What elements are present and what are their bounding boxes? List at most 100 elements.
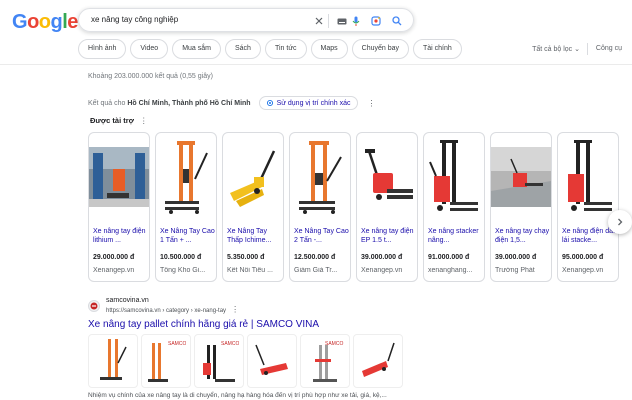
all-filters-label: Tất cả bộ lọc bbox=[532, 46, 573, 53]
product-card[interactable]: Xe nâng tay điện lithium ... 29.000.000 … bbox=[88, 132, 150, 282]
result-snippet: Nhiệm vụ chính của xe nâng tay là di chu… bbox=[88, 392, 387, 399]
logo-letter: o bbox=[27, 11, 39, 33]
more-options-icon[interactable]: ⋮ bbox=[231, 305, 239, 314]
chip-video[interactable]: Video bbox=[130, 39, 169, 59]
product-card[interactable]: Xe nâng điện dắt lái stacke... 95.000.00… bbox=[557, 132, 619, 282]
chip-shopping[interactable]: Mua sắm bbox=[172, 39, 221, 59]
product-card[interactable]: Xe nâng tay chạy điện 1,5... 39.000.000 … bbox=[490, 132, 552, 282]
result-source[interactable]: samcovina.vn https://samcovina.vn › cate… bbox=[88, 297, 239, 314]
product-shop: Xenangep.vn bbox=[361, 267, 403, 274]
chip-news[interactable]: Tin tức bbox=[264, 39, 307, 59]
logo-letter: o bbox=[38, 11, 51, 33]
product-price: 95.000.000 đ bbox=[562, 254, 604, 261]
product-image bbox=[491, 133, 551, 221]
result-thumbnail[interactable]: SAMCO bbox=[194, 334, 244, 388]
product-price: 39.000.000 đ bbox=[495, 254, 537, 261]
product-shop: xenanghang... bbox=[428, 267, 473, 274]
use-precise-location-label: Sử dụng vị trí chính xác bbox=[276, 99, 351, 107]
result-thumbnail[interactable]: SAMCO bbox=[300, 334, 350, 388]
location-place: Hồ Chí Minh, Thành phố Hồ Chí Minh bbox=[127, 99, 251, 107]
product-shop: Xenangep.vn bbox=[562, 267, 604, 274]
result-title-link[interactable]: Xe nâng tay pallet chính hãng giá rẻ | S… bbox=[88, 319, 319, 330]
product-image bbox=[156, 133, 216, 221]
site-url: https://samcovina.vn › category › xe-nan… bbox=[106, 305, 239, 314]
sponsored-label: Được tài trợ bbox=[90, 116, 135, 125]
use-precise-location-button[interactable]: Sử dụng vị trí chính xác bbox=[258, 96, 358, 110]
product-carousel: Xe nâng tay điện lithium ... 29.000.000 … bbox=[88, 132, 619, 282]
product-price: 29.000.000 đ bbox=[93, 254, 135, 261]
product-card[interactable]: Xe Nâng Tay Cao 2 Tấn -... 12.500.000 đ … bbox=[289, 132, 351, 282]
more-options-icon[interactable]: ⋮ bbox=[368, 99, 376, 108]
chip-images[interactable]: Hình ảnh bbox=[78, 39, 127, 59]
result-thumbnail[interactable] bbox=[247, 334, 297, 388]
clear-icon[interactable] bbox=[311, 13, 327, 29]
search-box[interactable]: xe nâng tay công nghiệp bbox=[78, 8, 414, 32]
product-price: 91.000.000 đ bbox=[428, 254, 470, 261]
product-shop: Xenangep.vn bbox=[93, 267, 135, 274]
all-filters-dropdown[interactable]: Tất cả bộ lọc ⌄ bbox=[532, 45, 580, 53]
search-divider bbox=[328, 14, 329, 28]
result-thumbnail[interactable]: SAMCO bbox=[141, 334, 191, 388]
search-filter-chips: Hình ảnh Video Mua sắm Sách Tin tức Maps… bbox=[78, 39, 462, 59]
logo-letter: e bbox=[67, 11, 78, 33]
product-price: 12.500.000 đ bbox=[294, 254, 336, 261]
product-image bbox=[89, 133, 149, 221]
product-shop: Tổng Kho Gi... bbox=[160, 267, 206, 274]
tools-button[interactable]: Công cụ bbox=[596, 45, 622, 52]
product-title[interactable]: Xe Nâng Tay Cao 2 Tấn -... bbox=[294, 227, 350, 245]
chip-finance[interactable]: Tài chính bbox=[413, 39, 462, 59]
samco-logo-text: SAMCO bbox=[221, 341, 239, 347]
product-card[interactable]: Xe Nâng Tay Thấp Ichime... 5.350.000 đ K… bbox=[222, 132, 284, 282]
product-image bbox=[357, 133, 417, 221]
product-price: 10.500.000 đ bbox=[160, 254, 202, 261]
lens-icon[interactable] bbox=[368, 13, 384, 29]
keyboard-icon[interactable] bbox=[334, 13, 350, 29]
product-title[interactable]: Xe nâng tay chạy điện 1,5... bbox=[495, 227, 551, 245]
carousel-next-button[interactable] bbox=[608, 210, 632, 234]
product-title[interactable]: Xe nâng điện dắt lái stacke... bbox=[562, 227, 618, 245]
product-shop: Trường Phát bbox=[495, 267, 535, 274]
chip-flights[interactable]: Chuyến bay bbox=[351, 39, 409, 59]
chip-maps[interactable]: Maps bbox=[310, 39, 348, 59]
product-title[interactable]: Xe nâng tay điện lithium ... bbox=[93, 227, 149, 245]
location-bar: Kết quả cho Hồ Chí Minh, Thành phố Hồ Ch… bbox=[88, 96, 376, 110]
product-card[interactable]: Xe Nâng Tay Cao 1 Tấn + ... 10.500.000 đ… bbox=[155, 132, 217, 282]
chevron-right-icon bbox=[618, 218, 623, 226]
toolbar-divider bbox=[587, 43, 588, 55]
product-shop: Giảm Giá Tr... bbox=[294, 267, 338, 274]
product-card[interactable]: Xe nâng stacker nâng... 91.000.000 đ xen… bbox=[423, 132, 485, 282]
site-url-text: https://samcovina.vn › category › xe-nan… bbox=[106, 308, 227, 314]
product-shop: Kết Nối Tiêu ... bbox=[227, 267, 273, 274]
product-title[interactable]: Xe nâng stacker nâng... bbox=[428, 227, 484, 245]
result-thumbnail[interactable] bbox=[353, 334, 403, 388]
location-prefix: Kết quả cho bbox=[88, 99, 126, 107]
result-image-strip: SAMCO SAMCO SAMCO bbox=[88, 334, 403, 388]
more-options-icon[interactable]: ⋮ bbox=[140, 116, 148, 125]
location-target-icon bbox=[266, 99, 273, 107]
chip-books[interactable]: Sách bbox=[225, 39, 261, 59]
product-title[interactable]: Xe Nâng Tay Thấp Ichime... bbox=[227, 227, 283, 245]
product-title[interactable]: Xe Nâng Tay Cao 1 Tấn + ... bbox=[160, 227, 216, 245]
header-divider bbox=[0, 64, 632, 65]
site-name: samcovina.vn bbox=[106, 297, 149, 304]
logo-letter: g bbox=[50, 11, 63, 33]
search-input[interactable]: xe nâng tay công nghiệp bbox=[91, 15, 178, 24]
search-icon[interactable] bbox=[389, 13, 405, 29]
samco-logo-text: SAMCO bbox=[168, 341, 186, 347]
sponsored-heading: Được tài trợ ⋮ bbox=[90, 116, 148, 125]
product-title[interactable]: Xe nâng tay điện EP 1.5 t... bbox=[361, 227, 417, 245]
logo-letter: G bbox=[12, 11, 28, 33]
chevron-down-icon: ⌄ bbox=[574, 46, 580, 53]
result-thumbnail[interactable] bbox=[88, 334, 138, 388]
product-price: 5.350.000 đ bbox=[227, 254, 265, 261]
site-favicon bbox=[88, 299, 100, 312]
product-price: 39.000.000 đ bbox=[361, 254, 403, 261]
google-logo[interactable]: Google bbox=[12, 11, 78, 34]
product-image bbox=[223, 133, 283, 221]
product-image bbox=[424, 133, 484, 221]
product-card[interactable]: Xe nâng tay điện EP 1.5 t... 39.000.000 … bbox=[356, 132, 418, 282]
product-image bbox=[558, 133, 618, 221]
microphone-icon[interactable] bbox=[348, 13, 364, 29]
result-stats: Khoảng 203.000.000 kết quả (0,55 giây) bbox=[88, 73, 213, 80]
product-image bbox=[290, 133, 350, 221]
